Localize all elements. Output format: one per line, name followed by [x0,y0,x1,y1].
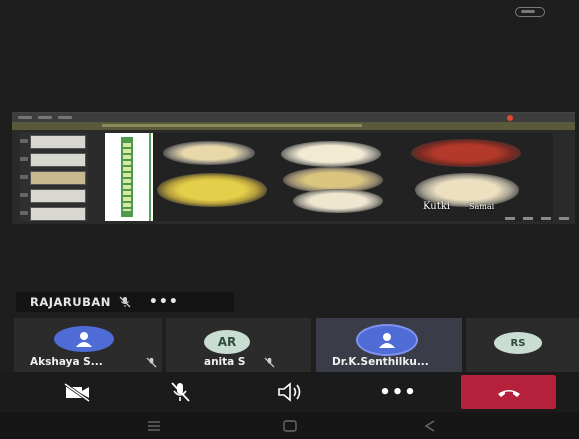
avatar [54,326,114,352]
slide-thumbnail-pane [20,133,88,221]
slide-thumbnail-icon [30,171,86,185]
person-icon [379,333,395,348]
participant-name: anita S [204,356,246,368]
call-controls: ••• [0,372,579,412]
participant-tile[interactable]: AR anita S [166,318,311,372]
mic-off-icon [146,357,157,368]
participant-name: Akshaya S... [30,356,103,368]
avatar: AR [204,330,250,354]
meeting-screen: Kutki Samai RAJARUBAN ••• Akshaya S... A… [0,0,579,439]
shared-window-ribbon [12,122,575,130]
participant-tile[interactable]: RS [466,318,579,372]
mic-off-icon [264,357,275,368]
system-navbar [0,412,579,439]
speaker-icon [278,382,301,402]
active-speaker-chip: RAJARUBAN ••• [16,292,234,312]
slide-title-band [105,133,151,221]
video-toggle-button[interactable] [58,380,98,404]
avatar [358,326,416,354]
video-off-icon [64,382,90,402]
shared-window-statusbar [449,217,569,223]
slide-thumbnail-icon [30,189,86,203]
home-icon[interactable] [280,418,300,434]
slide-thumbnail-icon [30,153,86,167]
recents-icon[interactable] [144,418,164,434]
mic-toggle-button[interactable] [160,380,200,404]
shared-screen[interactable]: Kutki Samai [12,112,575,224]
person-icon [76,332,92,347]
participant-name: Dr.K.Senthilku... [332,356,429,368]
speaker-name: RAJARUBAN [30,295,111,309]
end-call-button[interactable] [461,375,556,409]
back-icon[interactable] [420,418,440,434]
more-options-label: ••• [379,381,417,403]
current-slide: Kutki Samai [105,133,553,221]
avatar-initials: AR [217,335,237,349]
participant-tile[interactable]: Akshaya S... [14,318,162,372]
status-bar [0,0,579,22]
mic-off-icon [171,382,190,402]
participant-strip: Akshaya S... AR anita S Dr.K.Senthilku..… [0,318,579,372]
end-call-icon [497,390,520,397]
millet-photo: Kutki Samai [153,133,553,221]
slide-caption-kutki: Kutki [423,201,450,212]
record-icon [507,115,513,121]
shared-window-titlebar [12,113,575,122]
avatar-initials: RS [510,337,526,349]
mic-off-icon [119,296,131,308]
participant-tile-active[interactable]: Dr.K.Senthilku... [316,318,462,372]
slide-caption-samai: Samai [469,202,495,211]
more-options-button[interactable]: ••• [378,380,418,404]
speaker-more-button[interactable]: ••• [149,294,179,310]
battery-icon [515,7,545,17]
slide-thumbnail-icon [30,135,86,149]
avatar: RS [494,332,542,354]
speaker-toggle-button[interactable] [270,380,310,404]
slide-thumbnail-icon [30,207,86,221]
